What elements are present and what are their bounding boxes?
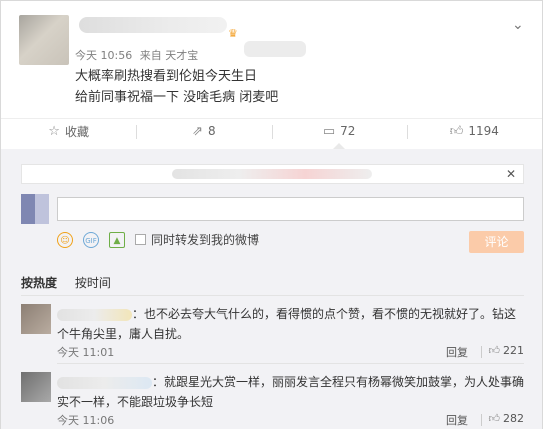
comment-divider xyxy=(57,363,524,364)
post-action-bar: ☆ 收藏 ⇗ 8 ▭ 72 👍︎ 1194 xyxy=(1,118,542,149)
comment-text: ：就跟星光大赏一样，丽丽发言全程只有杨幂微笑加鼓掌，为人处事确实不一样，不能跟垃… xyxy=(57,372,524,412)
comment-time: 今天 11:06 xyxy=(57,414,115,427)
post-meta: 今天 10:56 来自 天才宝 xyxy=(75,47,202,63)
gif-icon[interactable]: GIF xyxy=(83,231,99,248)
comment-button[interactable]: ▭ 72 xyxy=(271,119,407,149)
star-icon: ☆ xyxy=(48,123,60,139)
comment-count: 72 xyxy=(340,124,356,138)
commenter-avatar[interactable] xyxy=(21,304,51,334)
like-count: 1194 xyxy=(468,124,499,138)
commenter-name-blurred[interactable] xyxy=(57,376,152,389)
comment-time: 今天 11:01 xyxy=(57,346,115,359)
post-source[interactable]: 来自 天才宝 xyxy=(140,49,199,62)
repost-checkbox-label[interactable]: 同时转发到我的微博 xyxy=(151,231,259,248)
submit-comment-button[interactable]: 评论 xyxy=(469,231,524,253)
thumbs-up-icon: 👍︎ xyxy=(488,412,501,425)
commenter-avatar[interactable] xyxy=(21,372,51,402)
post-text: 大概率刷热搜看到伦姐今天生日 给前同事祝福一下 没啥毛病 闭麦吧 xyxy=(75,66,495,108)
close-icon[interactable]: ✕ xyxy=(506,167,516,181)
comment-input[interactable] xyxy=(57,197,524,221)
comment-icon: ▭ xyxy=(322,123,336,139)
author-extra-blurred xyxy=(244,41,306,57)
author-avatar[interactable] xyxy=(19,15,69,65)
weibo-post-card: ♛ ⌄ 今天 10:56 来自 天才宝 大概率刷热搜看到伦姐今天生日 给前同事祝… xyxy=(0,0,543,429)
thumbs-up-icon: 👍︎ xyxy=(449,123,464,139)
my-avatar xyxy=(21,194,49,224)
favorite-button[interactable]: ☆ 收藏 xyxy=(1,119,136,143)
repost-icon: ⇗ xyxy=(192,123,203,139)
notice-bar: ✕ xyxy=(21,164,524,184)
post-line: 大概率刷热搜看到伦姐今天生日 xyxy=(75,69,258,84)
comment-like-count: 221 xyxy=(503,344,524,357)
reply-button[interactable]: 回复 xyxy=(446,412,468,428)
composer-tools: ☺ GIF ▲ 同时转发到我的微博 xyxy=(57,231,259,248)
thumbs-up-icon: 👍︎ xyxy=(488,344,501,357)
comment-like-button[interactable]: 👍︎ 282 xyxy=(480,412,524,426)
repost-checkbox[interactable] xyxy=(135,234,146,245)
sort-bar: 按热度 按时间 xyxy=(21,274,524,296)
comment-text: ：也不必去夸大气什么的，看得惯的点个赞，看不惯的无视就好了。钻这个牛角尖里，庸人… xyxy=(57,304,524,344)
repost-count: 8 xyxy=(208,124,216,138)
repost-button[interactable]: ⇗ 8 xyxy=(136,119,271,143)
post-time[interactable]: 今天 10:56 xyxy=(75,49,132,62)
sort-by-time-tab[interactable]: 按时间 xyxy=(75,276,111,290)
favorite-label: 收藏 xyxy=(64,124,89,139)
chevron-down-icon[interactable]: ⌄ xyxy=(512,18,526,32)
comment-panel: ✕ ☺ GIF ▲ 同时转发到我的微博 评论 按热度 按时间 ：也不必去夸大气什… xyxy=(1,149,542,429)
sort-by-hot-tab[interactable]: 按热度 xyxy=(21,276,57,290)
commenter-name-blurred[interactable] xyxy=(57,308,132,321)
reply-button[interactable]: 回复 xyxy=(446,344,468,360)
comment-like-button[interactable]: 👍︎ 221 xyxy=(480,344,524,358)
post-line: 给前同事祝福一下 没啥毛病 闭麦吧 xyxy=(75,90,279,105)
like-button[interactable]: 👍︎ 1194 xyxy=(406,119,542,143)
author-name-blurred[interactable] xyxy=(79,17,227,33)
image-icon[interactable]: ▲ xyxy=(109,231,125,248)
emoji-icon[interactable]: ☺ xyxy=(57,231,73,248)
comment-like-count: 282 xyxy=(503,412,524,425)
notice-text-blurred xyxy=(172,169,372,179)
vip-crown-icon: ♛ xyxy=(228,27,238,40)
